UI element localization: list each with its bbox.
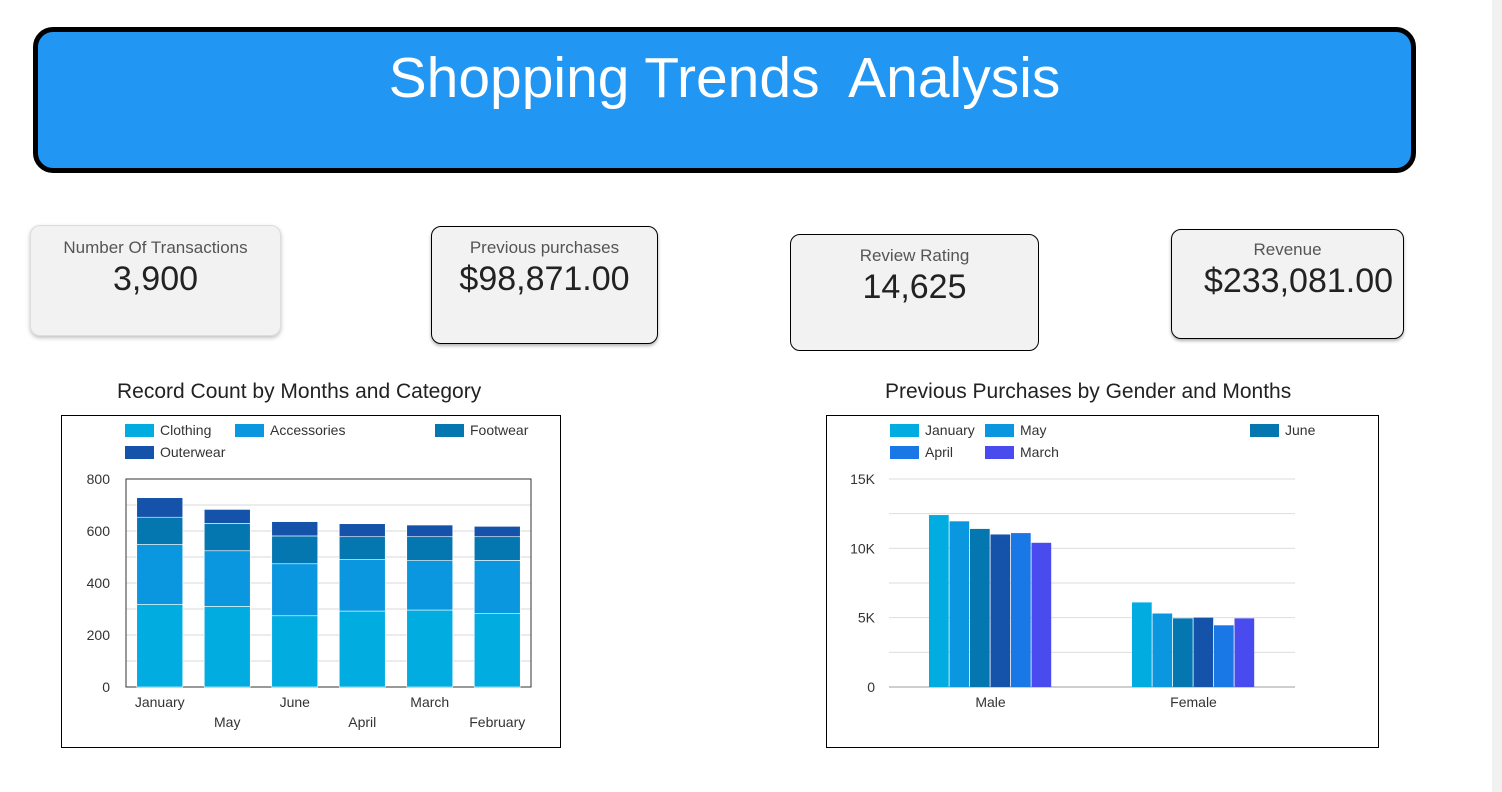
bar-segment bbox=[406, 560, 454, 611]
legend-swatch bbox=[235, 424, 264, 437]
legend-swatch bbox=[985, 424, 1014, 437]
kpi-card-revenue: Revenue $233,081.00 bbox=[1171, 229, 1404, 339]
legend-swatch bbox=[125, 424, 154, 437]
bar-segment bbox=[203, 509, 251, 524]
header-banner: Shopping Trends Analysis bbox=[33, 27, 1416, 173]
kpi-value: $233,081.00 bbox=[1203, 262, 1394, 300]
kpi-card-review-rating: Review Rating 14,625 bbox=[790, 234, 1039, 351]
x-tick-label: June bbox=[280, 694, 311, 710]
bar bbox=[1193, 617, 1214, 687]
legend-swatch bbox=[1250, 424, 1279, 437]
chart-record-count-svg: Clothing Accessories Footwear Outerwear 0 200… bbox=[87, 422, 532, 730]
bar-segment bbox=[271, 521, 319, 537]
bar bbox=[1173, 618, 1193, 687]
legend-swatch bbox=[125, 446, 154, 459]
kpi-card-transactions: Number Of Transactions 3,900 bbox=[30, 225, 281, 336]
x-tick-label: January bbox=[135, 694, 185, 710]
y-tick-label: 0 bbox=[102, 679, 110, 695]
x-tick-label: February bbox=[469, 714, 525, 730]
bar-segment bbox=[271, 563, 319, 617]
chart-record-count: Clothing Accessories Footwear Outerwear 0 200… bbox=[61, 415, 561, 748]
legend-label: March bbox=[1020, 444, 1059, 460]
legend-swatch bbox=[435, 424, 464, 437]
kpi-label: Review Rating bbox=[859, 246, 970, 265]
legend-swatch bbox=[985, 446, 1014, 459]
page-scrollbar[interactable] bbox=[1492, 0, 1502, 792]
kpi-label: Previous purchases bbox=[469, 238, 620, 257]
legend-label: Footwear bbox=[470, 422, 529, 438]
x-tick-label: Male bbox=[975, 694, 1006, 710]
bar-segment bbox=[271, 615, 319, 688]
bar-segment bbox=[136, 497, 184, 518]
chart-previous-purchases: JanuaryMayJuneFebr…AprilMarch05K10K15KMa… bbox=[826, 415, 1379, 748]
bar-segment bbox=[473, 613, 521, 688]
bar-segment bbox=[136, 604, 184, 688]
kpi-label: Number Of Transactions bbox=[63, 238, 248, 257]
bar bbox=[1214, 625, 1234, 687]
bar-segment bbox=[473, 526, 521, 538]
y-tick-label: 800 bbox=[87, 471, 111, 487]
legend-label: April bbox=[925, 444, 953, 460]
bar bbox=[1031, 542, 1052, 687]
bar-segment bbox=[406, 609, 454, 688]
y-tick-label: 600 bbox=[87, 523, 111, 539]
bar-segment bbox=[406, 536, 454, 561]
kpi-value: $98,871.00 bbox=[459, 260, 630, 298]
bar-segment bbox=[406, 524, 454, 538]
bar-segment bbox=[203, 523, 251, 552]
legend-swatch bbox=[890, 424, 919, 437]
y-tick-label: 400 bbox=[87, 575, 111, 591]
bar bbox=[949, 521, 970, 687]
bar-segment bbox=[338, 523, 386, 538]
bar-segment bbox=[271, 535, 319, 565]
bar bbox=[990, 534, 1011, 687]
x-tick-label: March bbox=[410, 694, 449, 710]
kpi-value: 14,625 bbox=[862, 268, 967, 306]
bar bbox=[1234, 618, 1255, 687]
kpi-card-previous-purchases: Previous purchases $98,871.00 bbox=[431, 226, 658, 344]
x-tick-label: May bbox=[214, 714, 240, 730]
x-tick-label: April bbox=[348, 714, 376, 730]
bar bbox=[1011, 533, 1031, 687]
y-tick-label: 5K bbox=[858, 610, 876, 626]
chart-title-category: Record Count by Months and Category bbox=[117, 380, 482, 403]
bar-segment bbox=[203, 606, 251, 688]
bar bbox=[970, 528, 990, 687]
bar-segment bbox=[473, 536, 521, 561]
page-title: Shopping Trends Analysis bbox=[388, 46, 1061, 110]
legend-swatch bbox=[890, 446, 919, 459]
legend-label: Outerwear bbox=[160, 444, 226, 460]
bar bbox=[1132, 602, 1152, 687]
bar-segment bbox=[473, 560, 521, 614]
bar-segment bbox=[338, 536, 386, 560]
bar-segment bbox=[136, 544, 184, 605]
kpi-label: Revenue bbox=[1253, 240, 1322, 259]
bar-segment bbox=[338, 610, 386, 688]
legend-label: June bbox=[1285, 422, 1316, 438]
y-tick-label: 15K bbox=[850, 471, 876, 487]
bar bbox=[1152, 613, 1173, 687]
bar-segment bbox=[136, 516, 184, 545]
bar-segment bbox=[338, 559, 386, 612]
chart-title-gender: Previous Purchases by Gender and Months bbox=[885, 380, 1292, 403]
legend-label: Accessories bbox=[270, 422, 345, 438]
y-tick-label: 10K bbox=[850, 540, 876, 556]
chart-previous-purchases-svg: JanuaryMayJuneFebr…AprilMarch05K10K15KMa… bbox=[850, 422, 1316, 710]
bar bbox=[929, 515, 949, 687]
legend-label: May bbox=[1020, 422, 1046, 438]
bar-segment bbox=[203, 550, 251, 607]
kpi-value: 3,900 bbox=[112, 260, 199, 298]
legend-label: Clothing bbox=[160, 422, 211, 438]
legend-label: January bbox=[925, 422, 975, 438]
x-tick-label: Female bbox=[1170, 694, 1217, 710]
y-tick-label: 200 bbox=[87, 627, 111, 643]
y-tick-label: 0 bbox=[867, 679, 875, 695]
